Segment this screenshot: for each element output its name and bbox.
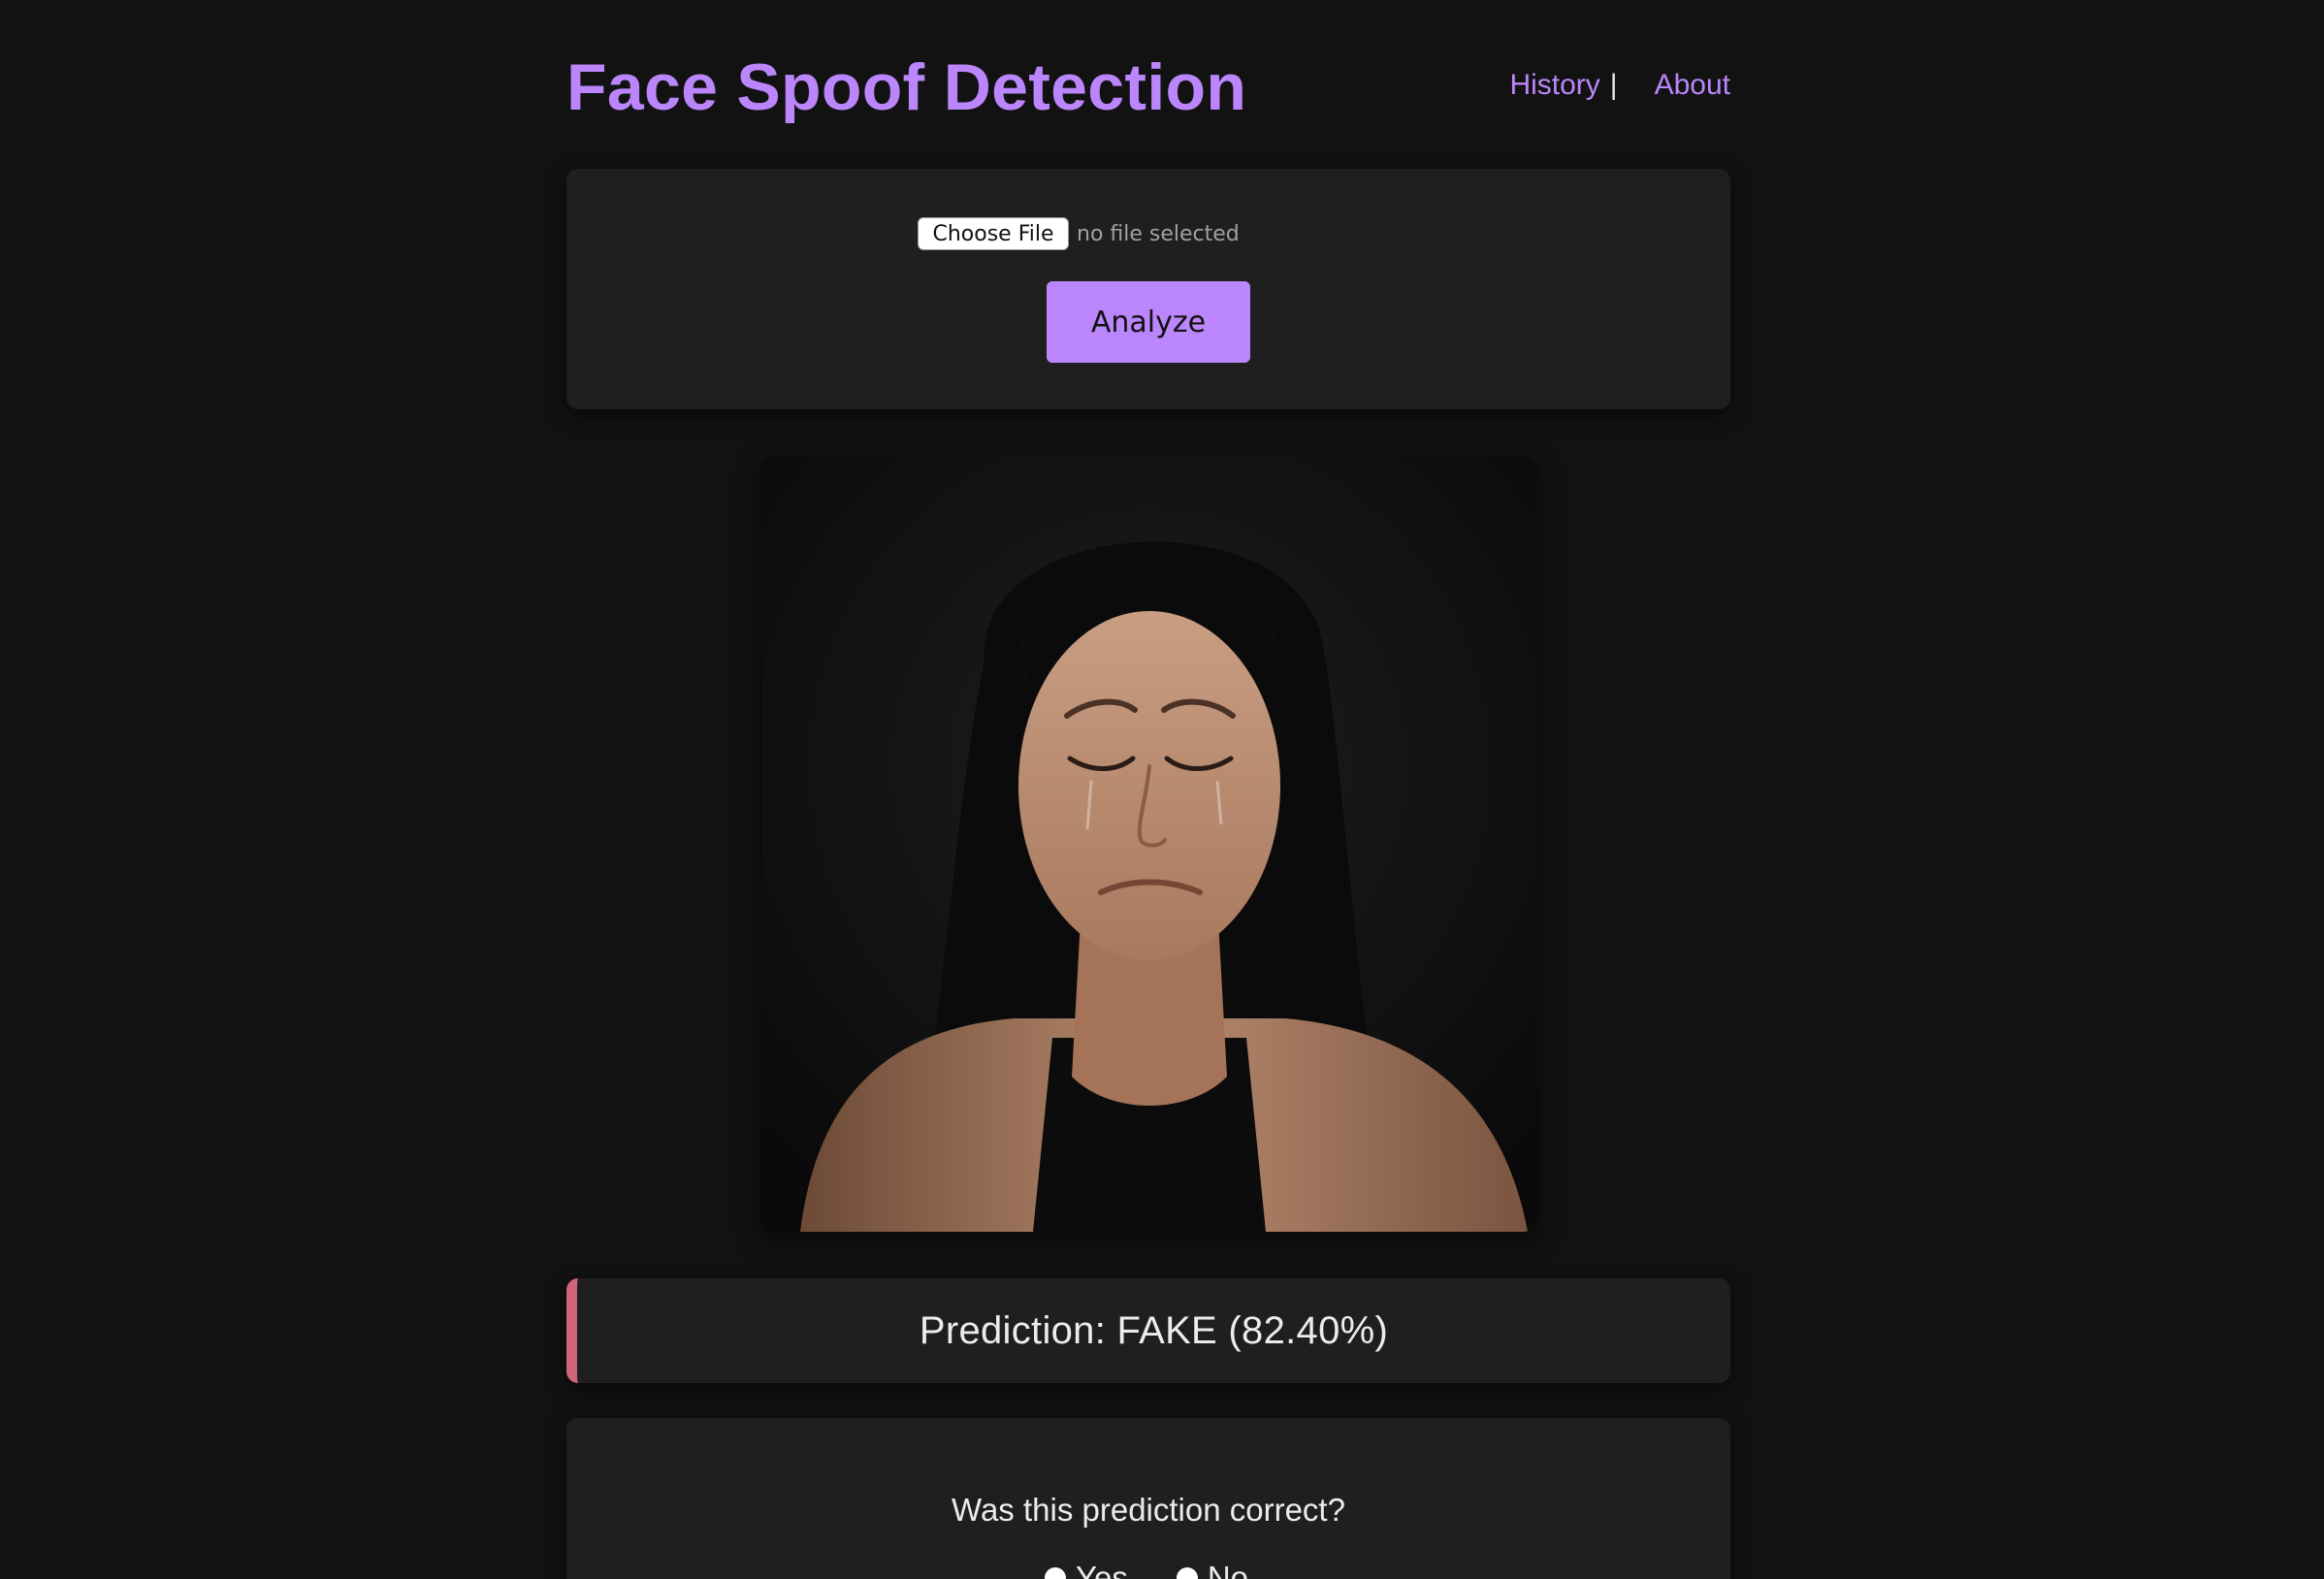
radio-yes-label: Yes [1076,1560,1128,1579]
nav-about-link[interactable]: About [1655,64,1730,107]
app-title: Face Spoof Detection [566,50,1247,124]
radio-no-label: No [1207,1560,1249,1579]
choose-file-button[interactable]: Choose File [918,217,1069,250]
feedback-question: Was this prediction correct? [952,1492,1345,1528]
analyze-button[interactable]: Analyze [1047,281,1250,363]
upload-card: Choose File no file selected Analyze [566,169,1730,409]
prediction-result-text: Prediction: FAKE (82.40%) [919,1308,1389,1352]
feedback-radio-group: Yes No [1045,1560,1297,1579]
feedback-option-no[interactable]: No [1176,1560,1249,1579]
prediction-card: Prediction: FAKE (82.40%) [566,1278,1730,1383]
nav-links: History | About [1509,64,1730,107]
uploaded-face-image [761,456,1537,1232]
page: Face Spoof Detection History | About Cho… [0,0,2324,1579]
file-input[interactable]: Choose File no file selected [918,217,1240,250]
feedback-option-yes[interactable]: Yes [1045,1560,1128,1579]
main-container: Face Spoof Detection History | About Cho… [566,0,1730,1579]
radio-no[interactable] [1176,1567,1198,1579]
nav-separator: | [1609,69,1618,101]
nav-history-link[interactable]: History [1509,64,1599,107]
radio-yes[interactable] [1045,1567,1066,1579]
file-status-text: no file selected [1077,221,1240,246]
face-photo [761,456,1537,1232]
feedback-card: Was this prediction correct? Yes No [566,1418,1730,1579]
header: Face Spoof Detection History | About [566,0,1730,169]
